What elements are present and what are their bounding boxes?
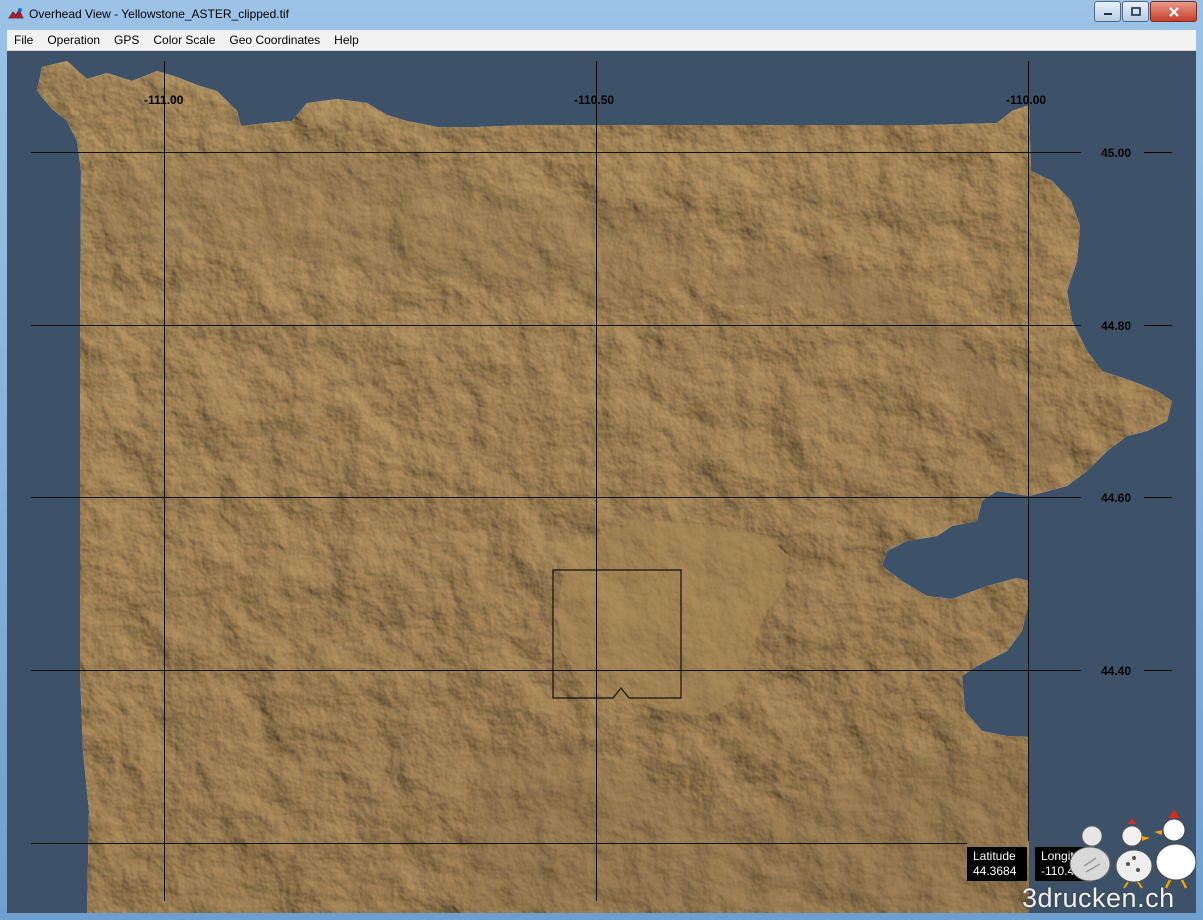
latitude-line [31,152,1081,153]
longitude-line [596,61,597,901]
menu-operation[interactable]: Operation [40,33,107,47]
terrain-map[interactable] [7,51,1196,913]
latitude-readout-value: 44.3684 [973,864,1017,878]
chicken-mascots-logo [1069,810,1197,889]
latitude-readout: Latitude 44.3684 [967,847,1027,881]
menu-help[interactable]: Help [327,33,366,47]
menu-color-scale[interactable]: Color Scale [146,33,222,47]
minimize-icon [1103,12,1112,15]
close-icon [1168,6,1179,17]
menu-geo-coordinates[interactable]: Geo Coordinates [222,33,327,47]
chicken-speckled-icon [1115,818,1153,889]
longitude-label: -110.00 [1006,93,1047,107]
latitude-tick [1144,152,1172,153]
title-bar[interactable]: Overhead View - Yellowstone_ASTER_clippe… [0,0,1203,30]
latitude-tick [1144,325,1172,326]
latitude-label: 45.00 [1101,146,1132,160]
close-button[interactable] [1150,1,1197,22]
app-icon [8,8,24,19]
maximize-icon [1130,6,1141,16]
chicken-white-icon [1154,810,1197,889]
latitude-label: 44.60 [1101,491,1132,505]
chicken-gray-icon [1069,825,1111,882]
application-window: Overhead View - Yellowstone_ASTER_clippe… [0,0,1203,920]
longitude-line [164,61,165,901]
overhead-map-view[interactable]: -111.00 -110.50 -110.00 45.00 44.80 44.6… [7,51,1196,913]
latitude-line [31,670,1081,671]
latitude-label: 44.40 [1101,664,1132,678]
menu-gps[interactable]: GPS [107,33,146,47]
maximize-button[interactable] [1122,1,1149,22]
latitude-line [31,325,1081,326]
minimize-button[interactable] [1094,1,1121,22]
latitude-tick [1144,670,1172,671]
longitude-line [1028,61,1029,841]
latitude-line [31,843,967,844]
latitude-readout-label: Latitude [973,849,1016,863]
latitude-tick [1144,497,1172,498]
menu-bar: File Operation GPS Color Scale Geo Coord… [7,30,1196,51]
watermark-text: 3drucken.ch [1022,883,1175,913]
window-title: Overhead View - Yellowstone_ASTER_clippe… [29,7,289,21]
menu-file[interactable]: File [7,33,40,47]
longitude-label: -111.00 [144,93,184,107]
latitude-line [31,497,1081,498]
longitude-label: -110.50 [574,93,615,107]
latitude-label: 44.80 [1101,319,1132,333]
